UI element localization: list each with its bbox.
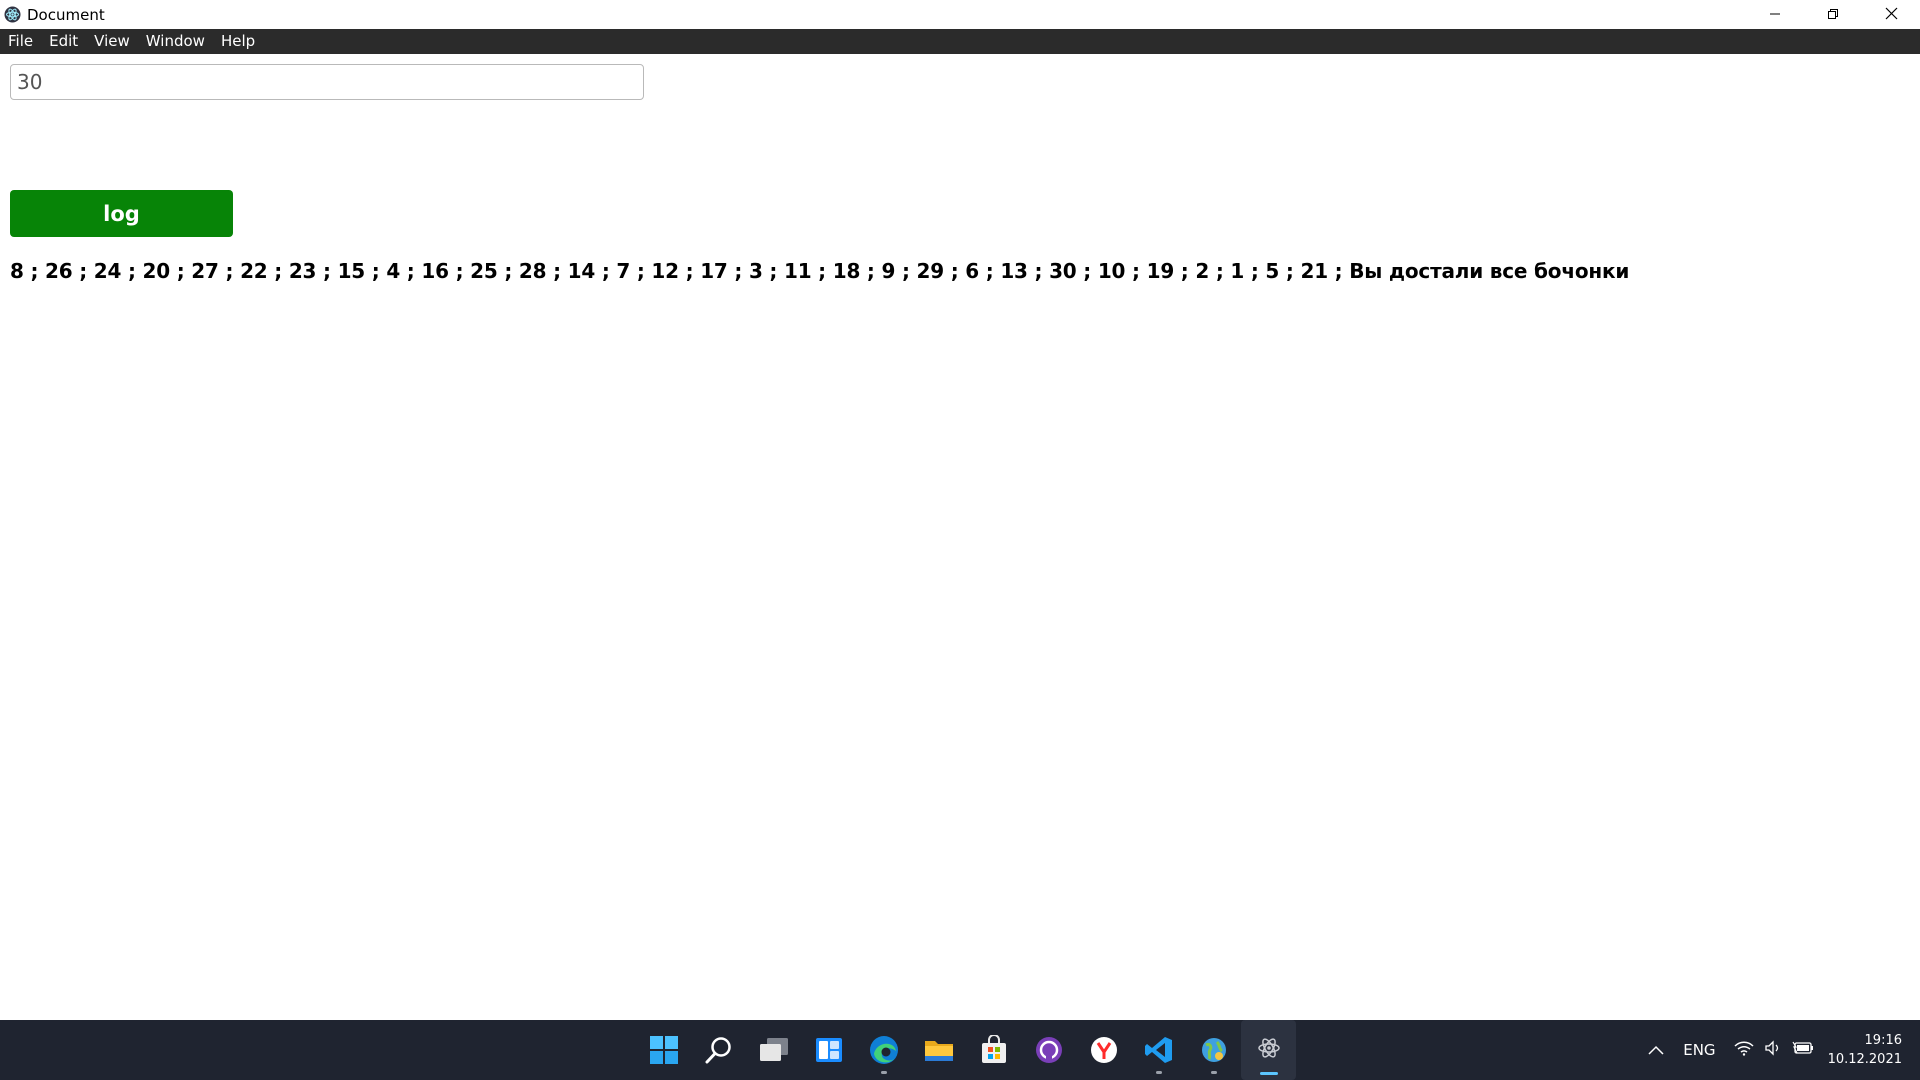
minimize-icon — [1769, 5, 1781, 24]
taskbar: ENG 19:16 10.12.2021 — [0, 1020, 1920, 1080]
vscode-icon[interactable] — [1131, 1020, 1186, 1080]
clock-time: 19:16 — [1864, 1033, 1902, 1048]
app-window: Document File Edit View Window Help 30 l… — [0, 0, 1920, 1020]
chevron-up-icon — [1647, 1041, 1665, 1060]
battery-icon — [1792, 1040, 1814, 1060]
running-indicator — [1155, 1071, 1162, 1074]
clock[interactable]: 19:16 10.12.2021 — [1828, 1020, 1902, 1080]
restore-icon — [1827, 5, 1839, 24]
network-volume-battery-group[interactable] — [1734, 1020, 1814, 1080]
electron-app-taskbar-button[interactable] — [1241, 1020, 1296, 1080]
log-button[interactable]: log — [10, 190, 233, 237]
taskbar-apps — [636, 1020, 1296, 1080]
restore-button[interactable] — [1804, 0, 1862, 29]
system-tray: ENG 19:16 10.12.2021 — [1647, 1020, 1920, 1080]
github-desktop-icon[interactable] — [1021, 1020, 1076, 1080]
search-icon[interactable] — [691, 1020, 746, 1080]
close-button[interactable] — [1862, 0, 1920, 29]
output-log: 8 ; 26 ; 24 ; 20 ; 27 ; 22 ; 23 ; 15 ; 4… — [10, 259, 1630, 283]
minimize-button[interactable] — [1746, 0, 1804, 29]
close-icon — [1885, 5, 1898, 24]
clock-date: 10.12.2021 — [1827, 1052, 1902, 1067]
menu-window[interactable]: Window — [138, 29, 213, 54]
running-indicator — [880, 1071, 887, 1074]
widgets-icon[interactable] — [801, 1020, 856, 1080]
edge-browser-icon[interactable] — [856, 1020, 911, 1080]
menu-help[interactable]: Help — [213, 29, 263, 54]
window-controls — [1746, 0, 1920, 29]
task-view-icon[interactable] — [746, 1020, 801, 1080]
microsoft-store-icon[interactable] — [966, 1020, 1021, 1080]
active-indicator — [1259, 1072, 1278, 1075]
volume-icon — [1764, 1040, 1782, 1060]
window-title: Document — [27, 5, 105, 24]
menu-view[interactable]: View — [86, 29, 138, 54]
count-input[interactable] — [10, 64, 644, 100]
windows-start-icon[interactable] — [636, 1020, 691, 1080]
wifi-icon — [1734, 1040, 1754, 1060]
title-bar: Document — [0, 0, 1920, 29]
file-explorer-icon[interactable] — [911, 1020, 966, 1080]
show-hidden-icons-button[interactable] — [1647, 1020, 1665, 1080]
electron-app-icon — [3, 6, 21, 24]
nodejs-globe-icon[interactable] — [1186, 1020, 1241, 1080]
language-indicator[interactable]: ENG — [1683, 1020, 1715, 1080]
electron-app-icon — [1256, 1035, 1282, 1065]
yandex-browser-icon[interactable] — [1076, 1020, 1131, 1080]
running-indicator — [1210, 1071, 1217, 1074]
menu-bar: File Edit View Window Help — [0, 29, 1920, 54]
menu-edit[interactable]: Edit — [41, 29, 86, 54]
menu-file[interactable]: File — [0, 29, 41, 54]
